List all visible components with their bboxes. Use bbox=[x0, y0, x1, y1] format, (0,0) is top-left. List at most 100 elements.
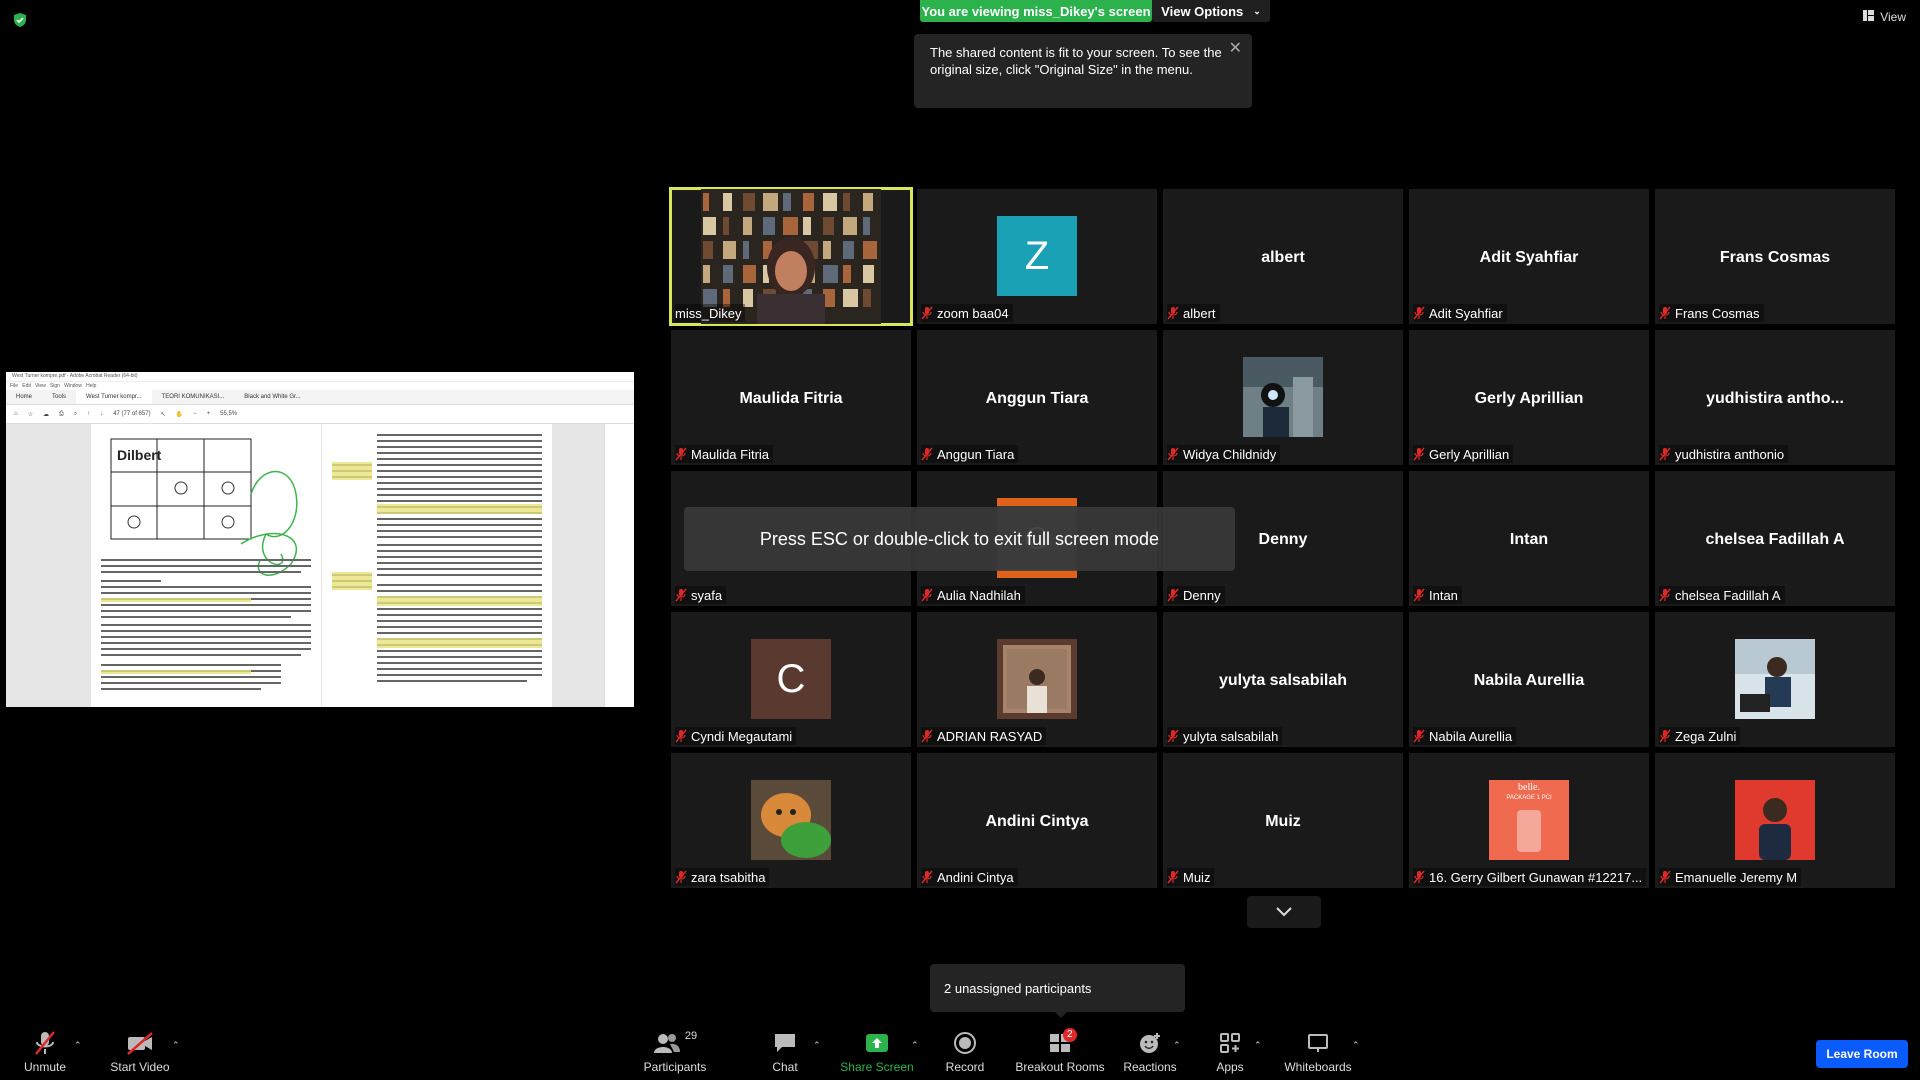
start-video-button[interactable]: Start Video bbox=[105, 1030, 175, 1074]
mic-muted-icon bbox=[921, 447, 933, 461]
chevron-down-icon: ⌄ bbox=[1253, 5, 1261, 16]
participant-tile[interactable]: C Cyndi Megautami bbox=[671, 612, 911, 747]
participant-name-label: Emanuelle Jeremy M bbox=[1659, 868, 1802, 886]
participant-tile[interactable]: ADRIAN RASYAD bbox=[917, 612, 1157, 747]
fit-screen-tooltip: The shared content is fit to your screen… bbox=[914, 34, 1252, 108]
grid-next-page-button[interactable] bbox=[1247, 896, 1321, 928]
reactions-options-caret[interactable]: ⌃ bbox=[1173, 1040, 1181, 1051]
participant-display-name: Nabila Aurellia bbox=[1473, 672, 1585, 689]
audio-options-caret[interactable]: ⌃ bbox=[74, 1040, 82, 1051]
gallery-view-icon bbox=[1863, 10, 1875, 24]
mic-muted-icon bbox=[921, 588, 933, 602]
participant-photo bbox=[751, 780, 831, 860]
participant-name: syafa bbox=[691, 587, 723, 603]
share-screen-icon bbox=[864, 1030, 890, 1056]
participant-name-label: ADRIAN RASYAD bbox=[921, 727, 1047, 745]
participant-name-label: Cyndi Megautami bbox=[675, 727, 797, 745]
participant-name-label: Maulida Fitria bbox=[675, 445, 774, 463]
participant-name: Intan bbox=[1429, 587, 1458, 603]
whiteboards-button[interactable]: Whiteboards bbox=[1280, 1030, 1356, 1074]
participant-name: Zega Zulni bbox=[1675, 728, 1737, 744]
participant-name: Gerly Aprillian bbox=[1429, 446, 1510, 462]
participant-photo bbox=[1735, 780, 1815, 860]
view-button[interactable]: View bbox=[1863, 10, 1906, 24]
reactions-label: Reactions bbox=[1123, 1060, 1177, 1074]
participant-tile[interactable]: yulyta salsabilah yulyta salsabilah bbox=[1163, 612, 1403, 747]
participant-tile[interactable]: Frans Cosmas Frans Cosmas bbox=[1655, 189, 1895, 324]
participant-name: Nabila Aurellia bbox=[1429, 728, 1513, 744]
participant-name-label: Denny bbox=[1167, 586, 1225, 604]
participant-tile[interactable]: yudhistira antho... yudhistira anthonio bbox=[1655, 330, 1895, 465]
participant-tile[interactable]: chelsea Fadillah A chelsea Fadillah A bbox=[1655, 471, 1895, 606]
mic-muted-icon bbox=[1167, 588, 1179, 602]
participant-name: chelsea Fadillah A bbox=[1675, 587, 1781, 603]
mic-muted-icon bbox=[1413, 447, 1425, 461]
avatar-letter: C bbox=[776, 656, 806, 701]
participants-button[interactable]: 29 Participants bbox=[640, 1030, 710, 1074]
apps-options-caret[interactable]: ⌃ bbox=[1254, 1040, 1262, 1051]
participant-name-label: yulyta salsabilah bbox=[1167, 727, 1283, 745]
participant-tile[interactable]: Muiz Muiz bbox=[1163, 753, 1403, 888]
participant-name-label: Frans Cosmas bbox=[1659, 304, 1764, 322]
reactions-icon bbox=[1138, 1030, 1162, 1056]
participant-tile[interactable]: Zzoom baa04 bbox=[917, 189, 1157, 324]
reactions-button[interactable]: Reactions bbox=[1123, 1030, 1177, 1074]
participant-tile[interactable]: belle. PACKAGE 1 PCI 16. Gerry Gilbert Gun… bbox=[1409, 753, 1649, 888]
record-button[interactable]: Record bbox=[940, 1030, 990, 1074]
security-shield-icon[interactable] bbox=[12, 12, 28, 28]
view-label: View bbox=[1880, 10, 1906, 24]
participant-name-label: syafa bbox=[675, 586, 727, 604]
shared-tabs: Home Tools West Turner kompr... TEORI KO… bbox=[6, 390, 634, 405]
participants-label: Participants bbox=[643, 1060, 707, 1074]
apps-button[interactable]: Apps bbox=[1210, 1030, 1250, 1074]
shared-screen[interactable]: West Turner kompre.pdf - Adobe Acrobat R… bbox=[6, 372, 634, 707]
leave-room-button[interactable]: Leave Room bbox=[1816, 1040, 1908, 1068]
participant-tile[interactable]: Maulida Fitria Maulida Fitria bbox=[671, 330, 911, 465]
participant-display-name: Gerly Aprillian bbox=[1474, 390, 1584, 407]
participant-name-label: zara tsabitha bbox=[675, 868, 770, 886]
shared-window-title: West Turner kompre.pdf - Adobe Acrobat R… bbox=[6, 372, 634, 382]
participant-tile[interactable]: Gerly Aprillian Gerly Aprillian bbox=[1409, 330, 1649, 465]
participant-tile[interactable]: miss_Dikey bbox=[669, 187, 913, 326]
participant-display-name: Andini Cintya bbox=[985, 813, 1089, 830]
whiteboards-options-caret[interactable]: ⌃ bbox=[1352, 1040, 1360, 1051]
participant-name-label: Nabila Aurellia bbox=[1413, 727, 1517, 745]
participant-tile[interactable]: zara tsabitha bbox=[671, 753, 911, 888]
svg-text:Dilbert: Dilbert bbox=[117, 447, 162, 463]
participant-name: Adit Syahfiar bbox=[1429, 305, 1503, 321]
participant-tile[interactable]: Intan Intan bbox=[1409, 471, 1649, 606]
mic-muted-icon bbox=[32, 1030, 58, 1056]
chat-options-caret[interactable]: ⌃ bbox=[813, 1040, 821, 1051]
participant-tile[interactable]: Anggun Tiara Anggun Tiara bbox=[917, 330, 1157, 465]
close-icon[interactable]: ✕ bbox=[1229, 40, 1242, 57]
record-icon bbox=[953, 1030, 977, 1056]
mic-muted-icon bbox=[1167, 870, 1179, 884]
mic-muted-icon bbox=[675, 447, 687, 461]
participant-tile[interactable]: Adit Syahfiar Adit Syahfiar bbox=[1409, 189, 1649, 324]
participant-tile[interactable]: Emanuelle Jeremy M bbox=[1655, 753, 1895, 888]
share-screen-button[interactable]: Share Screen bbox=[840, 1030, 914, 1074]
participant-display-name: Intan bbox=[1509, 531, 1549, 548]
participant-tile[interactable]: albert albert bbox=[1163, 189, 1403, 324]
participant-name: zara tsabitha bbox=[691, 869, 766, 885]
unmute-button[interactable]: Unmute bbox=[20, 1030, 70, 1074]
view-options-button[interactable]: View Options ⌄ bbox=[1152, 0, 1270, 22]
participant-tile[interactable]: Widya Childnidy bbox=[1163, 330, 1403, 465]
mic-muted-icon bbox=[1413, 870, 1425, 884]
participant-name-label: albert bbox=[1167, 304, 1220, 322]
breakout-rooms-button[interactable]: 2 Breakout Rooms bbox=[1010, 1028, 1110, 1074]
participant-name: Andini Cintya bbox=[937, 869, 1014, 885]
participant-tile[interactable]: Andini Cintya Andini Cintya bbox=[917, 753, 1157, 888]
mic-muted-icon bbox=[1167, 447, 1179, 461]
video-options-caret[interactable]: ⌃ bbox=[172, 1040, 180, 1051]
chat-button[interactable]: Chat bbox=[760, 1030, 810, 1074]
view-options-label: View Options bbox=[1161, 3, 1244, 19]
mic-muted-icon bbox=[1659, 870, 1671, 884]
participant-tile[interactable]: Zega Zulni bbox=[1655, 612, 1895, 747]
participant-name-label: Gerly Aprillian bbox=[1413, 445, 1514, 463]
zoom-level: 55,5% bbox=[220, 411, 238, 417]
participant-tile[interactable]: Nabila Aurellia Nabila Aurellia bbox=[1409, 612, 1649, 747]
participant-display-name: Adit Syahfiar bbox=[1479, 249, 1579, 266]
share-options-caret[interactable]: ⌃ bbox=[911, 1040, 919, 1051]
mic-muted-icon bbox=[1413, 729, 1425, 743]
